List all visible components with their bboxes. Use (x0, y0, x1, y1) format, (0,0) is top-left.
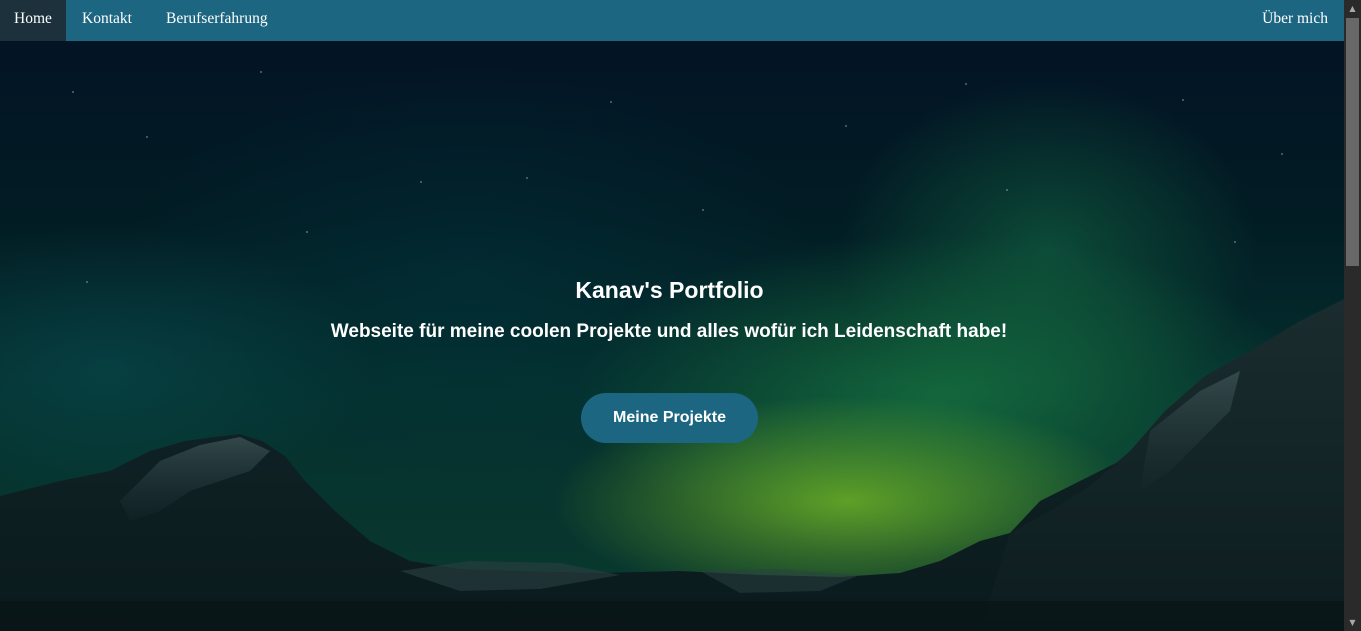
browser-viewport: Home Kontakt Berufserfahrung Über mich K… (0, 0, 1361, 631)
hero-title: Kanav's Portfolio (575, 277, 764, 303)
nav-kontakt-link[interactable]: Kontakt (82, 0, 132, 41)
meine-projekte-button[interactable]: Meine Projekte (581, 393, 758, 443)
top-navbar: Home Kontakt Berufserfahrung Über mich (0, 0, 1344, 41)
hero-section: Kanav's Portfolio Webseite für meine coo… (0, 41, 1344, 631)
nav-berufserfahrung-link[interactable]: Berufserfahrung (166, 0, 268, 41)
hero-subtitle: Webseite für meine coolen Projekte und a… (330, 321, 1008, 342)
scroll-up-arrow-icon[interactable]: ▲ (1344, 0, 1361, 17)
scrollbar-thumb[interactable] (1346, 18, 1359, 266)
vertical-scrollbar[interactable]: ▲ ▼ (1344, 0, 1361, 631)
nav-home-link[interactable]: Home (0, 0, 66, 41)
nav-ueber-mich-link[interactable]: Über mich (1262, 0, 1328, 41)
portfolio-page: Home Kontakt Berufserfahrung Über mich K… (0, 0, 1344, 631)
scroll-down-arrow-icon[interactable]: ▼ (1344, 614, 1361, 631)
